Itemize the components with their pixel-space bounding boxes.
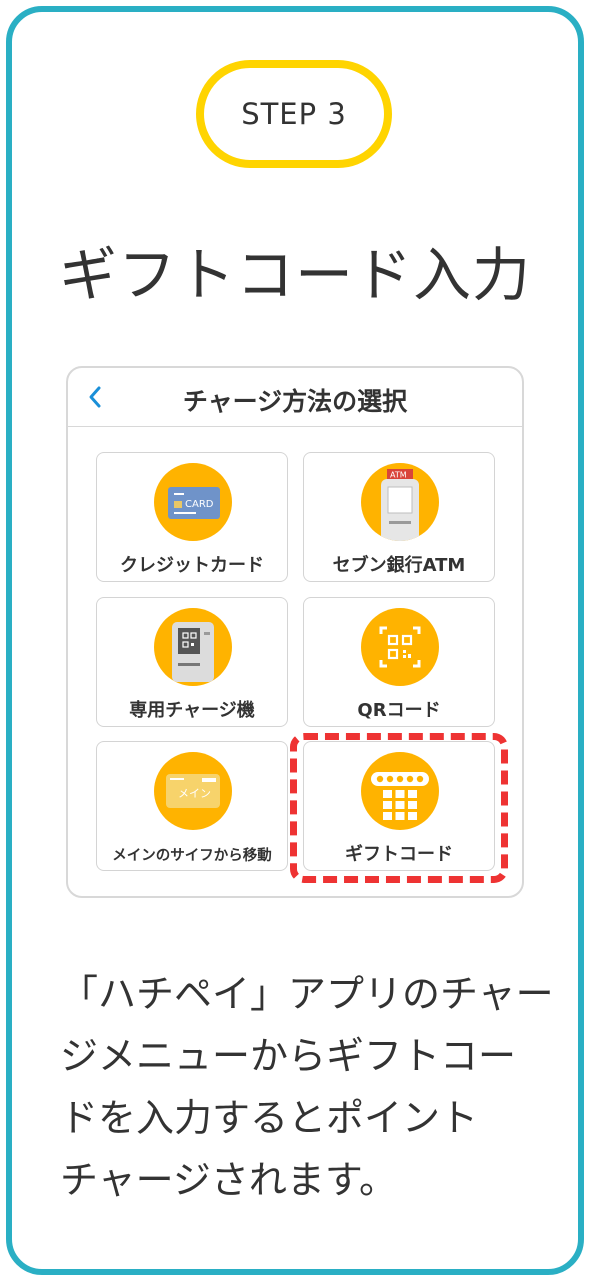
tile-main-wallet-transfer[interactable]: メイン メインのサイフから移動 (96, 741, 288, 871)
tile-label: 専用チャージ機 (129, 700, 255, 721)
description-text: 「ハチペイ」アプリのチャー ジメニューからギフトコー ドを入力するとポイント チ… (60, 963, 554, 1211)
gift-code-highlight (290, 733, 508, 883)
wallet-icon-text: メイン (178, 787, 211, 800)
tile-qr-code[interactable]: QRコード (303, 597, 495, 727)
wallet-card-icon: メイン (154, 752, 232, 830)
atm-icon: ATM (361, 463, 439, 541)
step-label: STEP 3 (241, 97, 347, 131)
tile-charge-machine[interactable]: 専用チャージ機 (96, 597, 288, 727)
tile-credit-card[interactable]: CARD クレジットカード (96, 452, 288, 582)
credit-card-icon: CARD (154, 463, 232, 541)
card-icon-text: CARD (185, 499, 214, 510)
charge-machine-icon (154, 608, 232, 686)
qr-code-icon (361, 608, 439, 686)
tile-label: セブン銀行ATM (332, 555, 466, 576)
tile-label: クレジットカード (120, 555, 264, 576)
description-line: 「ハチペイ」アプリのチャー (60, 972, 554, 1016)
tile-label: メインのサイフから移動 (112, 848, 272, 864)
tile-seven-bank-atm[interactable]: ATM セブン銀行ATM (303, 452, 495, 582)
step-badge: STEP 3 (196, 60, 392, 168)
page-title: ギフトコード入力 (58, 241, 531, 309)
description-line: ドを入力するとポイント (60, 1096, 479, 1140)
screen-header: チャージ方法の選択 (68, 368, 522, 427)
atm-icon-text: ATM (390, 471, 407, 480)
screen-title: チャージ方法の選択 (182, 387, 408, 416)
description-line: チャージされます。 (60, 1158, 398, 1202)
description-line: ジメニューからギフトコー (60, 1034, 517, 1078)
tile-label: QRコード (357, 700, 441, 721)
